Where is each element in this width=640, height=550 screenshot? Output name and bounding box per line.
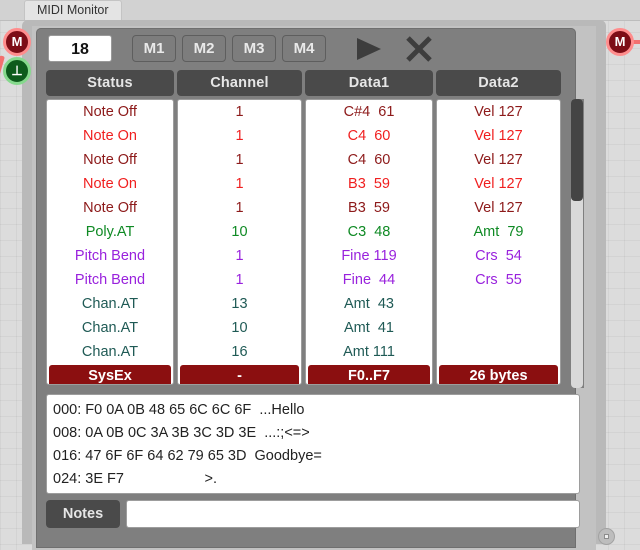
- table-row[interactable]: 1: [178, 148, 301, 172]
- table-row[interactable]: Chan.AT: [47, 292, 173, 316]
- table-row[interactable]: C4 60: [306, 124, 432, 148]
- table-row[interactable]: Pitch Bend: [47, 244, 173, 268]
- resize-grip-handle[interactable]: [598, 528, 615, 545]
- midi-out-port-icon[interactable]: ⊥: [3, 57, 31, 85]
- table-row[interactable]: B3 59: [306, 196, 432, 220]
- memory-button-m1[interactable]: M1: [132, 35, 176, 62]
- table-row[interactable]: Vel 127: [437, 100, 560, 124]
- memory-button-m4[interactable]: M4: [282, 35, 326, 62]
- table-row[interactable]: 10: [178, 220, 301, 244]
- table-row[interactable]: Fine 119: [306, 244, 432, 268]
- midi-thru-port-icon[interactable]: M: [606, 28, 634, 56]
- table-row[interactable]: Crs 55: [437, 268, 560, 292]
- memory-button-m3[interactable]: M3: [232, 35, 276, 62]
- table-row-sysex[interactable]: F0..F7: [308, 365, 430, 384]
- patcher-canvas: MIDI Monitor 18 M1 M2 M3 M4 Status Note …: [0, 0, 640, 550]
- midi-in-port-label: M: [11, 34, 23, 49]
- column-header-status[interactable]: Status: [46, 70, 174, 96]
- resize-grip-square: [604, 534, 609, 539]
- table-row[interactable]: Note On: [47, 172, 173, 196]
- table-row[interactable]: C3 48: [306, 220, 432, 244]
- play-triangle-icon[interactable]: [354, 36, 384, 62]
- table-row-sysex[interactable]: 26 bytes: [439, 365, 558, 384]
- table-row[interactable]: 1: [178, 172, 301, 196]
- table-row[interactable]: Amt 79: [437, 220, 560, 244]
- table-row[interactable]: C4 60: [306, 148, 432, 172]
- column-channel: Channel 1 1 1 1 1 10 1 1 13 10 16-: [177, 70, 302, 388]
- message-count-field[interactable]: 18: [48, 35, 112, 62]
- midi-thru-port-label: M: [614, 34, 626, 49]
- table-row[interactable]: 1: [178, 244, 301, 268]
- column-header-data2[interactable]: Data2: [436, 70, 561, 96]
- hex-dump-line: 000: F0 0A 0B 48 65 6C 6C 6F ...Hello: [53, 402, 305, 418]
- table-row[interactable]: 1: [178, 124, 301, 148]
- column-body-channel: 1 1 1 1 1 10 1 1 13 10 16-: [177, 99, 302, 385]
- midi-out-port-label: ⊥: [11, 63, 23, 78]
- memory-button-m2[interactable]: M2: [182, 35, 226, 62]
- column-body-data1: C#4 61 C4 60 C4 60 B3 59 B3 59 C3 48 Fine 119 F…: [305, 99, 433, 385]
- midi-in-port-icon[interactable]: M: [3, 28, 31, 56]
- table-row[interactable]: Vel 127: [437, 172, 560, 196]
- table-row[interactable]: 1: [178, 100, 301, 124]
- table-row[interactable]: C#4 61: [306, 100, 432, 124]
- table-row[interactable]: Vel 127: [437, 148, 560, 172]
- table-row[interactable]: [437, 292, 560, 316]
- sysex-hex-dump: 000: F0 0A 0B 48 65 6C 6C 6F ...Hello 008…: [46, 394, 580, 494]
- hex-dump-line: 016: 47 6F 6F 64 62 79 65 3D Goodbye=: [53, 448, 322, 464]
- table-row[interactable]: [437, 316, 560, 340]
- hex-dump-line: 008: 0A 0B 0C 3A 3B 3C 3D 3E ...:;<=>: [53, 425, 310, 441]
- table-row[interactable]: Crs 54: [437, 244, 560, 268]
- notes-label: Notes: [46, 500, 120, 528]
- table-row[interactable]: [437, 340, 560, 364]
- table-row[interactable]: Note Off: [47, 196, 173, 220]
- table-row[interactable]: Vel 127: [437, 124, 560, 148]
- table-row[interactable]: Note Off: [47, 100, 173, 124]
- table-row[interactable]: 10: [178, 316, 301, 340]
- tab-strip: MIDI Monitor: [0, 0, 640, 21]
- table-row-sysex[interactable]: SysEx: [49, 365, 171, 384]
- column-status: Status Note Off Note On Note Off Note On Not…: [46, 70, 174, 388]
- hex-dump-line: 024: 3E F7 >.: [53, 471, 218, 487]
- column-body-data2: Vel 127 Vel 127 Vel 127 Vel 127 Vel 127 Amt 7…: [436, 99, 561, 385]
- column-header-data1[interactable]: Data1: [305, 70, 433, 96]
- column-data2: Data2 Vel 127 Vel 127 Vel 127 Vel 127 Vel 12…: [436, 70, 561, 388]
- table-row[interactable]: 1: [178, 196, 301, 220]
- table-row[interactable]: Note On: [47, 124, 173, 148]
- table-row[interactable]: Vel 127: [437, 196, 560, 220]
- toolbar: 18 M1 M2 M3 M4: [36, 28, 576, 70]
- table-row[interactable]: 16: [178, 340, 301, 364]
- notes-row: Notes: [46, 500, 580, 528]
- message-table: Status Note Off Note On Note Off Note On Not…: [46, 70, 584, 388]
- table-row[interactable]: Pitch Bend: [47, 268, 173, 292]
- notes-input[interactable]: [126, 500, 580, 528]
- table-row[interactable]: 1: [178, 268, 301, 292]
- table-row[interactable]: Chan.AT: [47, 316, 173, 340]
- table-row[interactable]: Poly.AT: [47, 220, 173, 244]
- table-scrollbar[interactable]: [570, 99, 584, 388]
- table-row-sysex[interactable]: -: [180, 365, 299, 384]
- table-row[interactable]: Amt 111: [306, 340, 432, 364]
- column-body-status: Note Off Note On Note Off Note On Note Off Po…: [46, 99, 174, 385]
- table-row[interactable]: Amt 43: [306, 292, 432, 316]
- window-tab-midi-monitor[interactable]: MIDI Monitor: [24, 0, 122, 20]
- window-tab-label: MIDI Monitor: [37, 3, 109, 17]
- clear-x-icon[interactable]: [404, 35, 434, 63]
- table-row[interactable]: Chan.AT: [47, 340, 173, 364]
- column-data1: Data1 C#4 61 C4 60 C4 60 B3 59 B3 59 C3 48 Fin…: [305, 70, 433, 388]
- table-row[interactable]: Note Off: [47, 148, 173, 172]
- table-row[interactable]: 13: [178, 292, 301, 316]
- midi-monitor-device: 18 M1 M2 M3 M4 Status Note Off Note On N…: [36, 28, 584, 548]
- column-header-channel[interactable]: Channel: [177, 70, 302, 96]
- table-row[interactable]: Amt 41: [306, 316, 432, 340]
- table-row[interactable]: B3 59: [306, 172, 432, 196]
- scrollbar-thumb[interactable]: [571, 99, 583, 201]
- table-row[interactable]: Fine 44: [306, 268, 432, 292]
